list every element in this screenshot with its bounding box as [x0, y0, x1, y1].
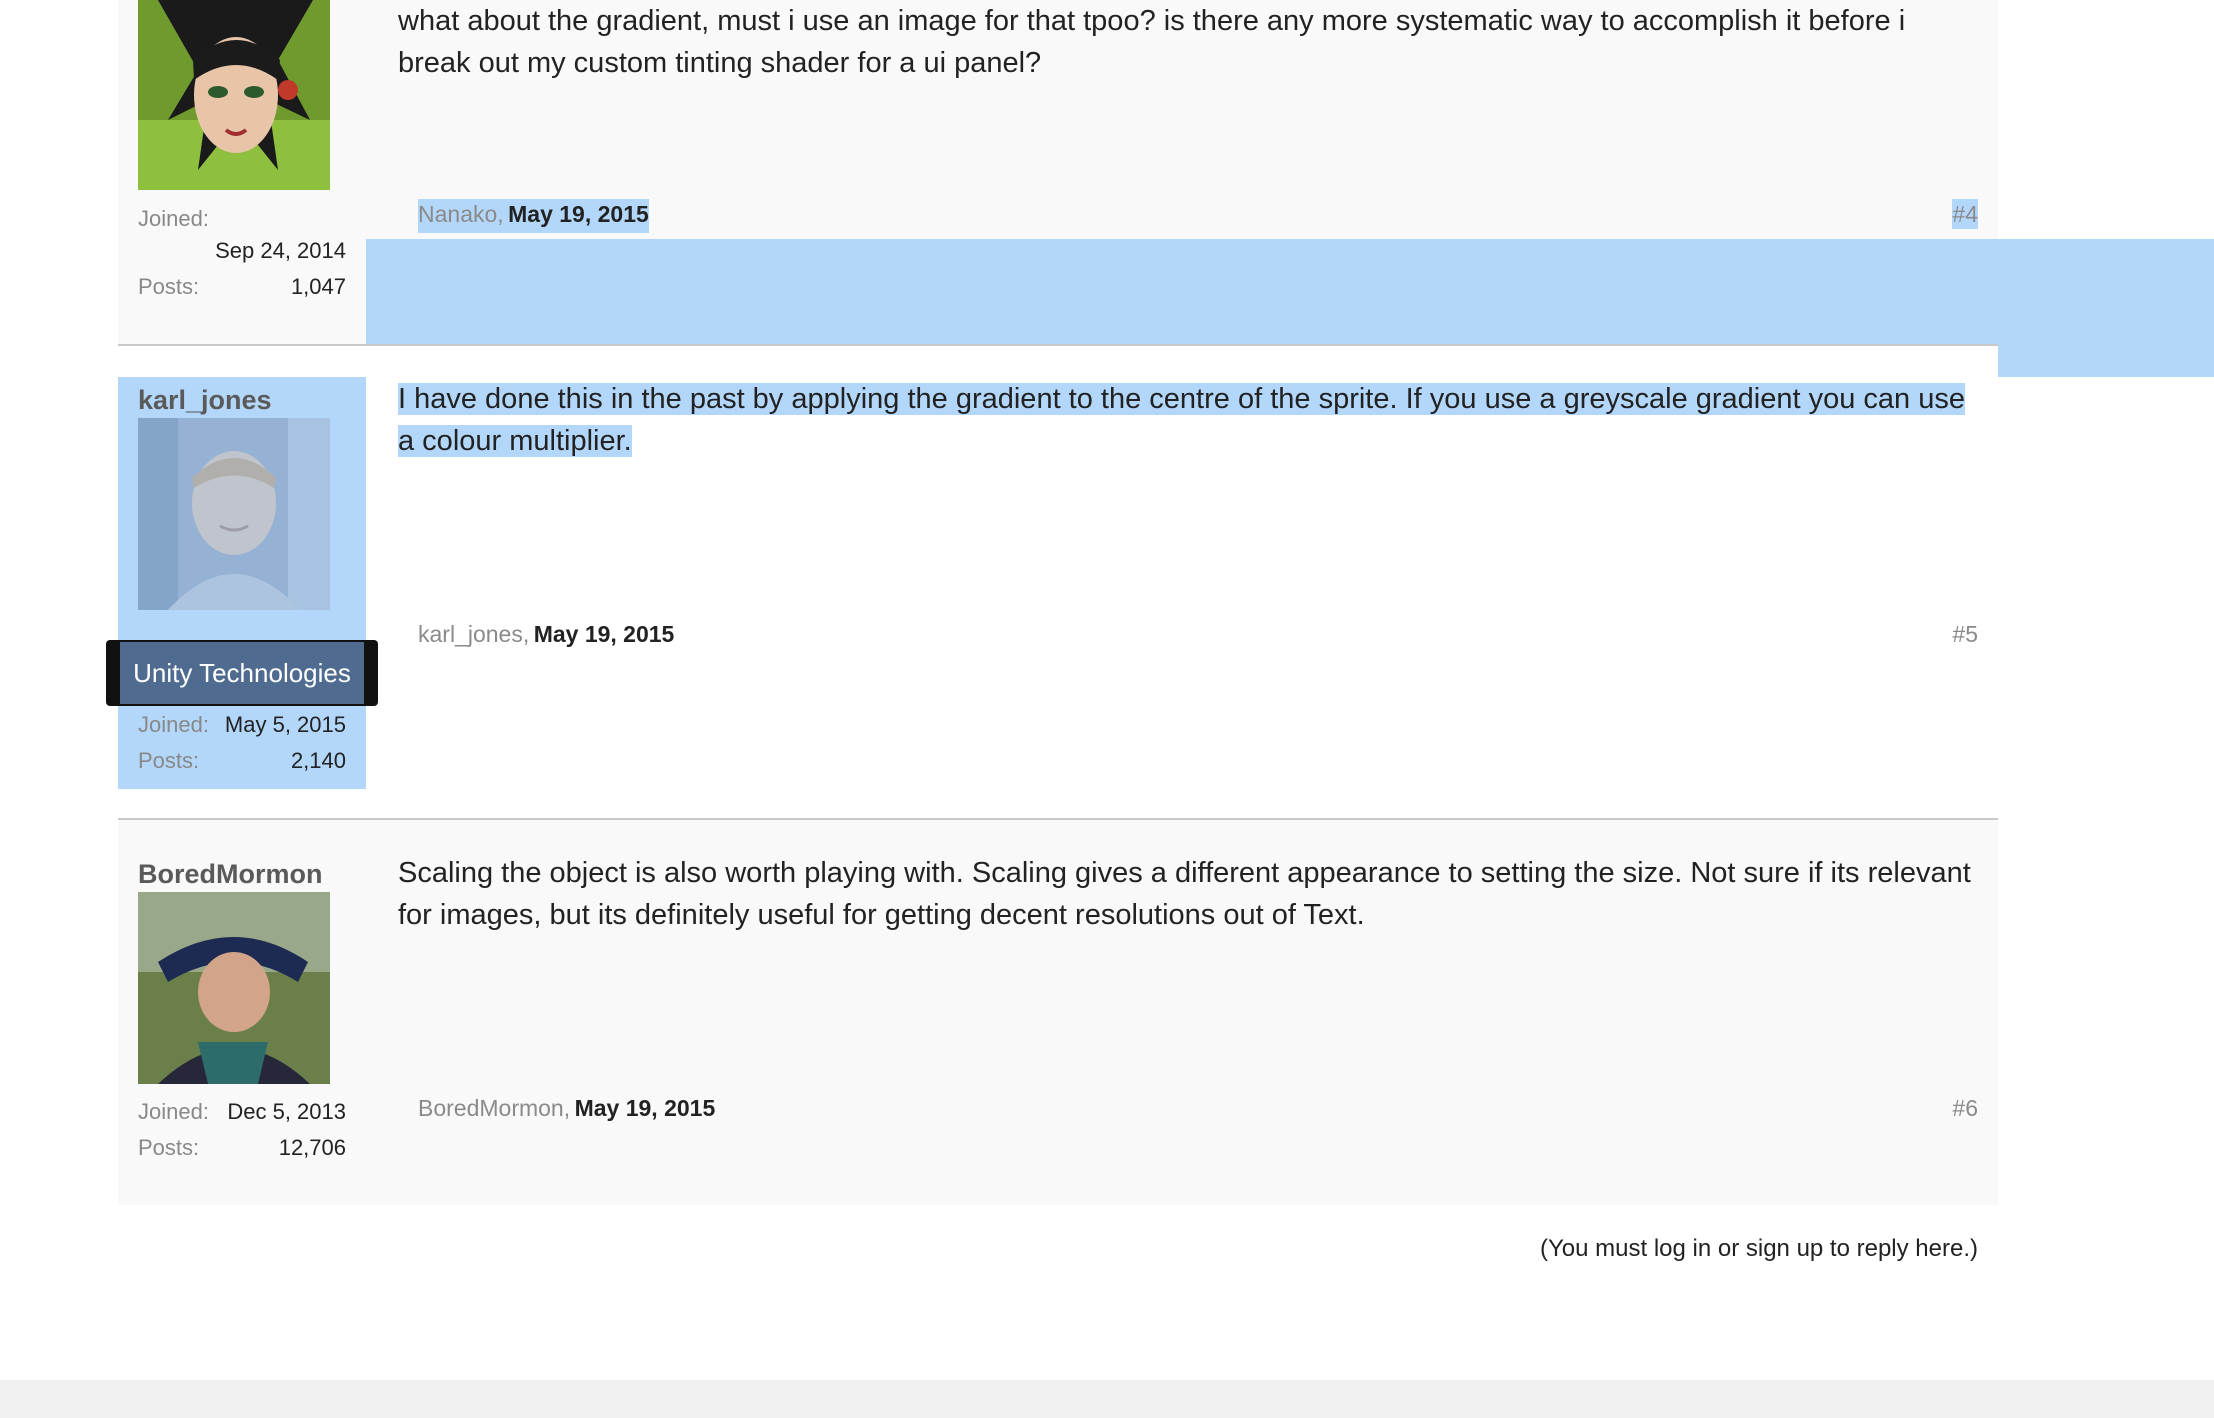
username-link[interactable]: BoredMormon	[138, 858, 323, 890]
page-footer-bar	[0, 1380, 2214, 1418]
post-footer: karl_jones, May 19, 2015	[418, 619, 674, 653]
avatar[interactable]	[138, 0, 330, 190]
post-author-link[interactable]: BoredMormon,	[418, 1095, 570, 1121]
post-date[interactable]: May 19, 2015	[534, 621, 675, 647]
post-date[interactable]: May 19, 2015	[508, 201, 649, 227]
joined-date: Sep 24, 2014	[215, 238, 346, 263]
posts-label: Posts:	[138, 1135, 200, 1160]
post-message: Scaling the object is also worth playing…	[398, 857, 1971, 931]
joined-label: Joined:	[138, 712, 209, 737]
post-footer: Nanako, May 19, 2015	[418, 199, 649, 233]
avatar-image	[138, 892, 330, 1084]
post-author-link[interactable]: Nanako,	[418, 201, 504, 227]
post-author-link[interactable]: karl_jones,	[418, 621, 529, 647]
joined-label: Joined:	[138, 206, 209, 231]
avatar[interactable]	[138, 892, 330, 1084]
posts-count: 1,047	[290, 274, 346, 299]
avatar-selection-overlay	[138, 418, 330, 610]
posts-count: 12,706	[278, 1135, 346, 1160]
post-date[interactable]: May 19, 2015	[575, 1095, 716, 1121]
posts-count: 2,140	[290, 748, 346, 773]
joined-date: May 5, 2015	[224, 712, 346, 737]
user-title-badge-label: Unity Technologies	[120, 642, 364, 704]
post-footer: BoredMormon, May 19, 2015	[418, 1093, 715, 1127]
posts-label: Posts:	[138, 748, 200, 773]
posts-label: Posts:	[138, 274, 200, 299]
reply-notice[interactable]: (You must log in or sign up to reply her…	[1540, 1233, 1978, 1265]
post-number-link[interactable]: #5	[1952, 619, 1978, 649]
post-number-link[interactable]: #6	[1952, 1093, 1978, 1123]
post-message: I have done this in the past by applying…	[398, 378, 1978, 462]
post-message-text: I have done this in the past by applying…	[398, 383, 1965, 457]
post-message: what about the gradient, must i use an i…	[398, 5, 1906, 79]
joined-label: Joined:	[138, 1099, 209, 1124]
joined-date: Dec 5, 2013	[227, 1099, 346, 1124]
avatar-image	[138, 0, 330, 190]
post-number-link[interactable]: #4	[1952, 199, 1978, 229]
user-title-badge: Unity Technologies	[106, 640, 378, 706]
username-link[interactable]: karl_jones	[138, 384, 272, 416]
